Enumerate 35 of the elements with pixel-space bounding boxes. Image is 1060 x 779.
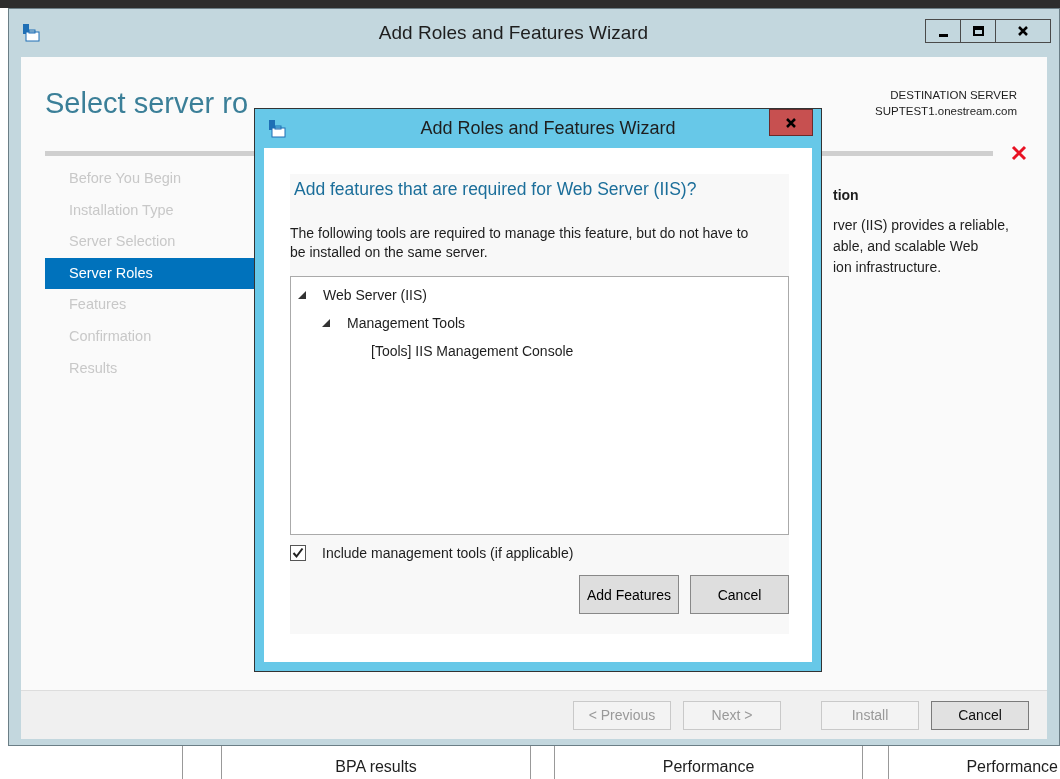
checkbox[interactable] [290, 545, 306, 561]
tree-item[interactable]: Management Tools [347, 315, 466, 331]
description-text: ion infrastructure. [833, 258, 943, 277]
close-icon [1017, 25, 1029, 37]
description-text: able, and scalable Web [833, 237, 980, 256]
column-header: BPA results [335, 758, 417, 777]
close-button[interactable] [995, 19, 1051, 43]
dialog-button[interactable]: Add Features [578, 575, 679, 614]
dialog-title: Add Roles and Features Wizard [419, 118, 677, 139]
window-title: Add Roles and Features Wizard [377, 22, 650, 44]
column-header: Performance [966, 758, 1058, 777]
checkbox-label: Include management tools (if applicable) [322, 545, 574, 561]
column-header: Performance [662, 758, 755, 777]
destination-server: SUPTEST1.onestream.com [875, 105, 1017, 117]
error-icon [1011, 145, 1027, 161]
expander-icon[interactable] [321, 318, 331, 328]
destination-label: DESTINATION SERVER [890, 89, 1017, 101]
minimize-icon [938, 33, 948, 37]
maximize-icon [972, 25, 984, 37]
minimize-button[interactable] [925, 19, 961, 43]
maximize-button[interactable] [960, 19, 996, 43]
dialog-heading: Add features that are required for Web Server (IIS)? [293, 178, 698, 200]
expander-icon[interactable] [297, 290, 307, 300]
wizard-button[interactable]: Cancel [931, 700, 1029, 730]
description-text: rver (IIS) provides a reliable, [833, 216, 1009, 235]
tree-item[interactable]: [Tools] IIS Management Console [371, 343, 574, 359]
dialog-message: The following tools are required to manage this feature, but do not have to be installed on the same server. [290, 224, 750, 262]
wizard-step[interactable]: Server Roles [45, 257, 255, 290]
dialog-button[interactable]: Cancel [690, 575, 789, 614]
server-icon [21, 23, 41, 43]
tree-item[interactable]: Web Server (IIS) [323, 287, 427, 303]
server-icon [267, 118, 287, 139]
close-icon [785, 116, 797, 129]
page-title: Select server ro [45, 87, 249, 121]
description-heading: tion [833, 187, 860, 203]
